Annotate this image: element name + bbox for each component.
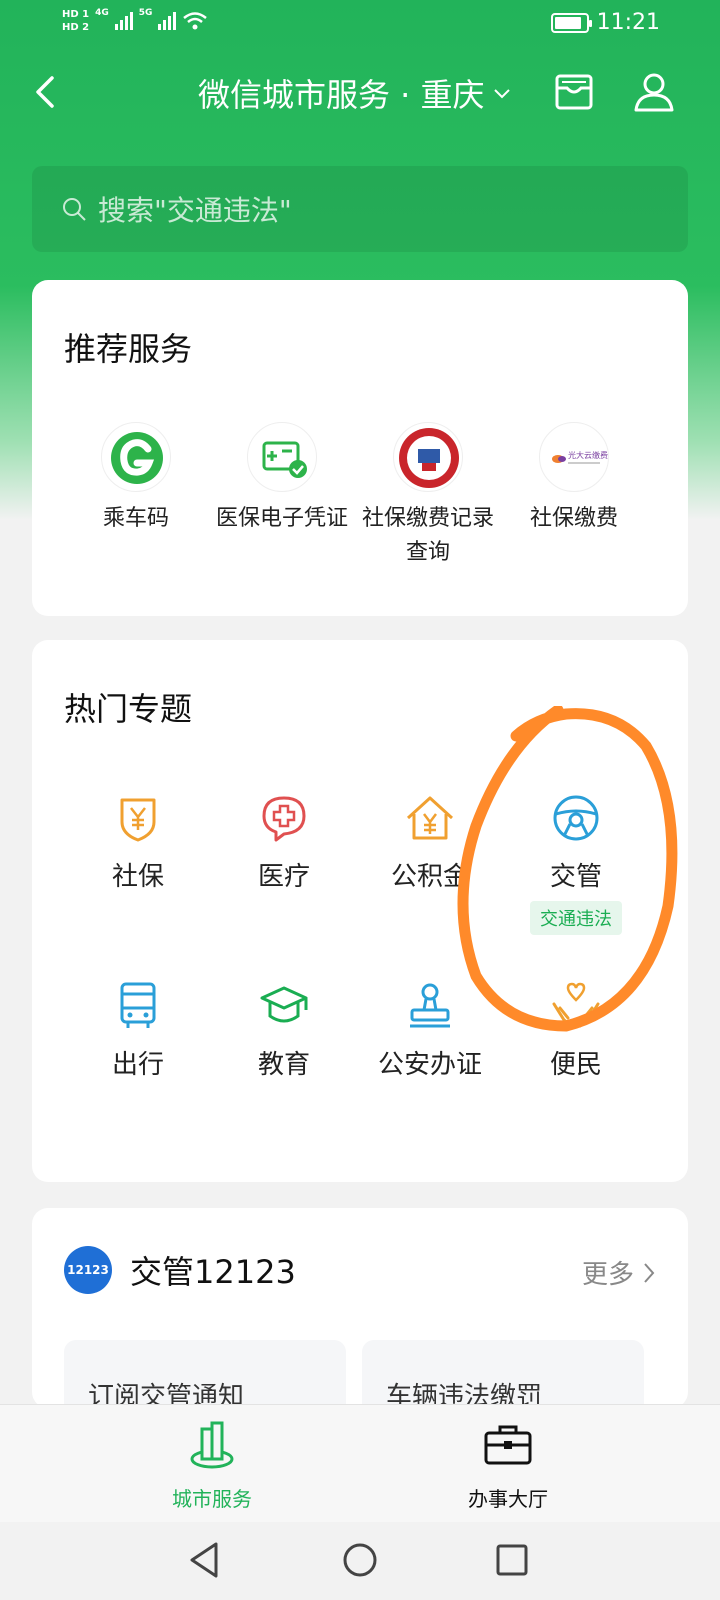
graduation-cap-icon — [260, 986, 308, 1023]
logo-badge-text: 12123 — [67, 1263, 109, 1277]
network-type-2: 5G — [138, 8, 153, 18]
social-security-card-icon — [393, 422, 463, 492]
section-title: 热门专题 — [64, 690, 193, 728]
more-link[interactable]: 更多 — [582, 1254, 656, 1291]
bottom-tab-bar: 城市服务 办事大厅 — [0, 1404, 720, 1522]
system-navigation-bar — [0, 1522, 720, 1600]
steering-wheel-icon — [553, 795, 599, 841]
hot-topics-card: 热门专题 社保 医疗 公积金 交管 交通违法 出行 教育 公安办证 便民 — [32, 640, 688, 1182]
profile-button[interactable] — [630, 68, 678, 116]
traffic-12123-card: 12123 交管12123 更多 订阅交管通知 车辆违法缴罚 — [32, 1208, 688, 1408]
battery-time: 11:21 — [550, 10, 660, 35]
hd2-label: HD 2 — [62, 22, 90, 33]
hd-indicator: HD 1 HD 2 — [62, 8, 89, 34]
search-icon — [63, 198, 86, 221]
status-bar: HD 1 HD 2 4G 5G 11:21 — [0, 0, 720, 50]
topic-travel[interactable]: 出行 — [68, 980, 208, 1081]
topic-label: 医疗 — [257, 862, 310, 892]
topic-label: 出行 — [111, 1050, 164, 1080]
medical-insurance-voucher-icon — [247, 422, 317, 492]
chevron-right-icon — [644, 1262, 655, 1283]
network-indicators: HD 1 HD 2 4G 5G — [62, 8, 208, 34]
vehicle-violation-card[interactable]: 车辆违法缴罚 — [362, 1340, 644, 1408]
signal-icon — [158, 12, 177, 30]
traffic-violation-tag[interactable]: 交通违法 — [530, 901, 622, 935]
service-label: 医保电子凭证 — [215, 506, 348, 531]
system-recents-button[interactable] — [490, 1538, 534, 1582]
service-bus-code[interactable]: 乘车码 — [66, 422, 206, 536]
service-label: 社保缴费 — [529, 506, 618, 531]
traffic-card-header: 12123 交管12123 — [64, 1246, 296, 1294]
card-title: 交管12123 — [130, 1253, 296, 1291]
logo-text: 光大云缴费 — [568, 450, 608, 460]
system-home-button[interactable] — [338, 1538, 382, 1582]
topic-medical[interactable]: 医疗 — [214, 792, 354, 893]
service-social-security-payment[interactable]: 光大云缴费 社保缴费 — [504, 422, 644, 536]
tab-label: 城市服务 — [172, 1487, 252, 1511]
topic-public-security[interactable]: 公安办证 — [360, 980, 500, 1081]
tab-label: 办事大厅 — [468, 1487, 548, 1511]
bus-code-icon — [101, 422, 171, 492]
card-package-button[interactable] — [550, 68, 598, 116]
stamp-icon — [410, 983, 450, 1028]
topic-label: 公安办证 — [377, 1050, 482, 1080]
subscribe-notice-card[interactable]: 订阅交管通知 — [64, 1340, 346, 1408]
shield-yen-icon — [120, 798, 156, 842]
city-buildings-icon — [190, 1421, 234, 1469]
everbright-cloud-payment-icon: 光大云缴费 — [539, 422, 609, 492]
circle-home-icon — [343, 1543, 377, 1577]
topic-label: 教育 — [257, 1050, 310, 1080]
back-icon — [36, 76, 54, 108]
traffic-12123-logo: 12123 — [64, 1246, 112, 1294]
medical-cross-icon — [262, 796, 306, 842]
topic-label: 公积金 — [390, 862, 469, 892]
battery-icon — [550, 12, 592, 33]
service-label: 乘车码 — [102, 506, 169, 531]
topic-label: 社保 — [111, 862, 164, 892]
topic-housing-fund[interactable]: 公积金 — [360, 792, 500, 893]
hands-heart-icon — [552, 982, 600, 1028]
service-medical-voucher[interactable]: 医保电子凭证 — [212, 422, 352, 536]
topic-convenience[interactable]: 便民 — [506, 980, 646, 1081]
chevron-down-icon — [493, 89, 510, 99]
topic-traffic-management[interactable]: 交管 交通违法 — [506, 792, 646, 935]
app-header: 微信城市服务 · 重庆 — [0, 60, 720, 124]
triangle-back-icon — [190, 1542, 218, 1578]
search-input[interactable]: 搜索"交通违法" — [32, 166, 688, 252]
network-type-1: 4G — [95, 8, 109, 18]
topic-label: 便民 — [549, 1050, 602, 1080]
recommended-services-card: 推荐服务 乘车码 医保电子凭证 社保缴费记录查询 光大云缴费 社保缴费 — [32, 280, 688, 616]
more-label: 更多 — [581, 1260, 634, 1290]
tab-city-services[interactable]: 城市服务 — [132, 1419, 292, 1512]
system-back-button[interactable] — [184, 1538, 228, 1582]
briefcase-icon — [484, 1425, 532, 1465]
hd1-label: HD 1 — [62, 9, 90, 20]
tab-service-hall[interactable]: 办事大厅 — [428, 1419, 588, 1512]
page-title: 微信城市服务 · 重庆 — [198, 76, 485, 114]
section-title: 推荐服务 — [64, 330, 193, 368]
card-package-icon — [555, 74, 593, 110]
bus-icon — [120, 982, 156, 1028]
search-placeholder: 搜索"交通违法" — [98, 194, 292, 227]
topic-social-security[interactable]: 社保 — [68, 792, 208, 893]
house-yen-icon — [406, 796, 454, 840]
user-icon — [634, 73, 674, 112]
service-label: 社保缴费记录查询 — [361, 506, 494, 565]
topic-education[interactable]: 教育 — [214, 980, 354, 1081]
clock: 11:21 — [596, 10, 660, 35]
back-button[interactable] — [28, 70, 68, 114]
topic-label: 交管 — [549, 862, 602, 892]
wifi-icon — [183, 12, 208, 30]
square-recents-icon — [496, 1544, 528, 1576]
service-social-security-record[interactable]: 社保缴费记录查询 — [358, 422, 498, 570]
city-selector[interactable]: 微信城市服务 · 重庆 — [198, 70, 513, 116]
signal-icon — [114, 12, 133, 30]
